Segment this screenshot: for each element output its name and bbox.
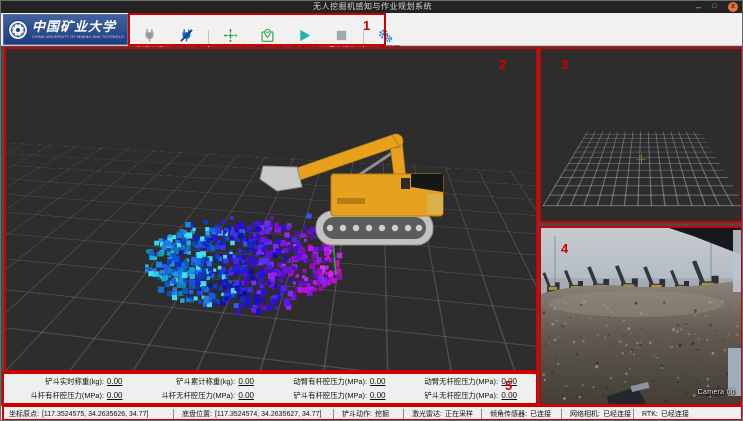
dig-area-pin-icon (260, 28, 275, 43)
excavator-scene (5, 48, 537, 371)
university-name-cn: 中国矿业大学 (32, 20, 124, 34)
power-on-plug-icon (142, 28, 157, 43)
telemetry-cell: 铲斗有杆腔压力(MPa):0.00 (268, 390, 400, 401)
telemetry-value: 0.00 (501, 391, 517, 400)
start-play-icon (297, 28, 312, 43)
camera-image (541, 228, 742, 405)
status-origin: 坐标原点:[117.3524575, 34.2635626, 34.77] (1, 409, 173, 419)
telemetry-value: 0.00 (107, 377, 123, 386)
telemetry-value: 0.00 (501, 377, 517, 386)
axis-marker-blue (306, 213, 312, 219)
maximize-button[interactable]: □ (709, 2, 720, 12)
status-tilt-sensor: 倾角传感器:已连接 (481, 409, 561, 420)
toolbar: 中国矿业大学 CHINA UNIVERSITY OF MINING AND TE… (1, 13, 743, 46)
main-3d-viewport[interactable] (5, 48, 537, 371)
telemetry-cell: 铲斗无杆腔压力(MPa):0.00 (400, 390, 532, 401)
university-emblem-icon (7, 19, 29, 41)
status-rtk: RTK:已经连接 (633, 409, 743, 420)
app-window: 无人挖掘机感知与作业规划系统 – □ x 中国矿业大学 CHINA UNIVER… (0, 0, 743, 421)
minimize-button[interactable]: – (693, 2, 704, 12)
terrain-pointcloud (145, 216, 342, 315)
telemetry-cell: 动臂无杆腔压力(MPa):0.00 (400, 376, 532, 387)
coordinate-origin-icon (223, 28, 238, 43)
power-off-plug-icon (179, 28, 194, 43)
university-logo: 中国矿业大学 CHINA UNIVERSITY OF MINING AND TE… (3, 14, 128, 45)
status-lidar: 激光雷达:正在采样 (403, 409, 481, 420)
status-chassis-position: 底盘位置:[117.3524574, 34.2635627, 34.77] (173, 409, 333, 420)
window-title: 无人挖掘机感知与作业规划系统 (1, 1, 743, 13)
telemetry-cell: 动臂有杆腔压力(MPa):0.00 (268, 376, 400, 387)
axis-y-marker (641, 154, 642, 163)
telemetry-cell: 斗杆有杆腔压力(MPa):0.00 (5, 390, 137, 401)
stop-square-icon (334, 28, 349, 43)
planning-grid (542, 132, 742, 207)
telemetry-value: 0.00 (370, 377, 386, 386)
camera-feed: Camera 00 (541, 228, 742, 405)
telemetry-value: 0.00 (107, 391, 123, 400)
university-name-en: CHINA UNIVERSITY OF MINING AND TECHNOLOG… (32, 34, 117, 39)
telemetry-cell: 斗杆无杆腔压力(MPa):0.00 (137, 390, 269, 401)
telemetry-panel: 铲斗实时称重(kg):0.00 铲斗累计称重(kg):0.00 动臂有杆腔压力(… (3, 373, 537, 404)
device-config-gears-icon (378, 28, 393, 43)
telemetry-value: 0.00 (238, 377, 254, 386)
close-button[interactable]: x (728, 2, 738, 12)
planning-3d-viewport[interactable] (541, 49, 742, 222)
status-network-camera: 网络相机:已经连接 (561, 409, 633, 420)
status-bucket-action: 铲斗动作:挖掘 (333, 409, 403, 420)
status-bar: 坐标原点:[117.3524575, 34.2635626, 34.77] 底盘… (1, 406, 743, 421)
camera-id-label: Camera 00 (698, 389, 735, 396)
telemetry-cell: 铲斗累计称重(kg):0.00 (137, 376, 269, 387)
telemetry-cell: 铲斗实时称重(kg):0.00 (5, 376, 137, 387)
telemetry-value: 0.00 (370, 391, 386, 400)
title-bar: 无人挖掘机感知与作业规划系统 – □ x (1, 1, 743, 13)
telemetry-value: 0.00 (238, 391, 254, 400)
